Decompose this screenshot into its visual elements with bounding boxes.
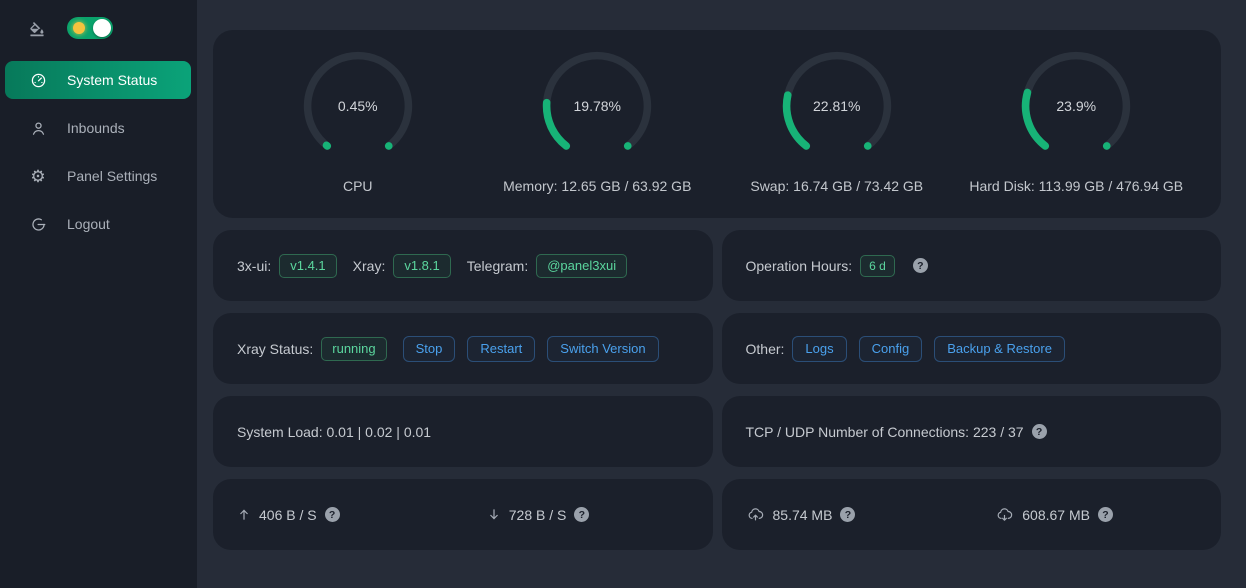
gear-icon: ⚙ xyxy=(29,168,47,185)
system-load-card: System Load: 0.01 | 0.02 | 0.01 xyxy=(213,396,713,467)
logout-icon xyxy=(29,216,47,233)
operation-hours-card: Operation Hours: 6 d ? xyxy=(722,230,1222,301)
swap-gauge: 22.81% Swap: 16.74 GB / 73.42 GB xyxy=(717,46,957,194)
system-load-text: System Load: 0.01 | 0.02 | 0.01 xyxy=(237,424,431,440)
connections-card: TCP / UDP Number of Connections: 223 / 3… xyxy=(722,396,1222,467)
question-circle-icon[interactable]: ? xyxy=(913,258,928,273)
backup-restore-button[interactable]: Backup & Restore xyxy=(934,336,1065,362)
cloud-download-icon xyxy=(995,506,1014,523)
cpu-gauge: 0.45% CPU xyxy=(238,46,478,194)
memory-gauge: 19.78% Memory: 12.65 GB / 63.92 GB xyxy=(478,46,718,194)
switch-version-button[interactable]: Switch Version xyxy=(547,336,658,362)
cloud-upload-icon xyxy=(746,506,765,523)
cpu-percent: 0.45% xyxy=(298,46,418,166)
sidebar-item-inbounds[interactable]: Inbounds xyxy=(5,109,191,147)
other-actions-card: Other: Logs Config Backup & Restore xyxy=(722,313,1222,384)
xray-status-tag: running xyxy=(321,337,386,361)
xray-status-label: Xray Status: xyxy=(237,341,313,357)
user-icon xyxy=(29,120,47,137)
sidebar-item-panel-settings[interactable]: ⚙ Panel Settings xyxy=(5,157,191,195)
arrow-up-icon xyxy=(237,507,251,522)
xui-version-tag: v1.4.1 xyxy=(279,254,336,278)
memory-percent: 19.78% xyxy=(537,46,657,166)
xray-status-card: Xray Status: running Stop Restart Switch… xyxy=(213,313,713,384)
swap-label: Swap: 16.74 GB / 73.42 GB xyxy=(750,178,923,194)
sidebar-item-system-status[interactable]: System Status xyxy=(5,61,191,99)
telegram-handle-tag[interactable]: @panel3xui xyxy=(536,254,627,278)
sidebar: System Status Inbounds ⚙ Panel Settings xyxy=(0,0,197,588)
sidebar-item-logout[interactable]: Logout xyxy=(5,205,191,243)
xui-version-label: 3x-ui: xyxy=(237,258,271,274)
operation-hours-value-tag: 6 d xyxy=(860,255,895,277)
disk-gauge: 23.9% Hard Disk: 113.99 GB / 476.94 GB xyxy=(957,46,1197,194)
xray-version-label: Xray: xyxy=(353,258,386,274)
question-circle-icon[interactable]: ? xyxy=(1098,507,1113,522)
network-speed-card: 406 B / S ? 728 B / S ? xyxy=(213,479,713,550)
total-upload: 85.74 MB ? xyxy=(722,506,972,523)
sidebar-item-label: Inbounds xyxy=(67,120,125,136)
question-circle-icon[interactable]: ? xyxy=(1032,424,1047,439)
theme-row xyxy=(0,0,197,39)
download-speed: 728 B / S ? xyxy=(463,507,713,523)
question-circle-icon[interactable]: ? xyxy=(325,507,340,522)
operation-hours-label: Operation Hours: xyxy=(746,258,853,274)
dark-mode-toggle[interactable] xyxy=(67,17,113,39)
sun-icon xyxy=(73,22,85,34)
system-status-page: 0.45% CPU 19.78% Memory: 12.65 GB / 63.9… xyxy=(197,0,1246,588)
logs-button[interactable]: Logs xyxy=(792,336,846,362)
config-button[interactable]: Config xyxy=(859,336,923,362)
disk-percent: 23.9% xyxy=(1016,46,1136,166)
total-traffic-card: 85.74 MB ? 608.67 MB ? xyxy=(722,479,1222,550)
toggle-knob xyxy=(93,19,111,37)
xray-version-tag: v1.8.1 xyxy=(393,254,450,278)
connections-text: TCP / UDP Number of Connections: 223 / 3… xyxy=(746,424,1024,440)
disk-label: Hard Disk: 113.99 GB / 476.94 GB xyxy=(969,178,1183,194)
download-speed-value: 728 B / S xyxy=(509,507,567,523)
total-upload-value: 85.74 MB xyxy=(773,507,833,523)
question-circle-icon[interactable]: ? xyxy=(574,507,589,522)
sidebar-item-label: Logout xyxy=(67,216,110,232)
resource-gauges-card: 0.45% CPU 19.78% Memory: 12.65 GB / 63.9… xyxy=(213,30,1221,218)
theme-paint-icon xyxy=(28,19,46,37)
sidebar-item-label: System Status xyxy=(67,72,157,88)
dashboard-icon xyxy=(29,72,47,89)
versions-card: 3x-ui: v1.4.1 Xray: v1.8.1 Telegram: @pa… xyxy=(213,230,713,301)
cpu-label: CPU xyxy=(343,178,373,194)
upload-speed-value: 406 B / S xyxy=(259,507,317,523)
sidebar-item-label: Panel Settings xyxy=(67,168,157,184)
total-download: 608.67 MB ? xyxy=(971,506,1221,523)
stop-button[interactable]: Stop xyxy=(403,336,456,362)
upload-speed: 406 B / S ? xyxy=(213,507,463,523)
swap-percent: 22.81% xyxy=(777,46,897,166)
question-circle-icon[interactable]: ? xyxy=(840,507,855,522)
arrow-down-icon xyxy=(487,507,501,522)
other-label: Other: xyxy=(746,341,785,357)
memory-label: Memory: 12.65 GB / 63.92 GB xyxy=(503,178,691,194)
sidebar-menu: System Status Inbounds ⚙ Panel Settings xyxy=(0,61,197,243)
total-download-value: 608.67 MB xyxy=(1022,507,1090,523)
telegram-label: Telegram: xyxy=(467,258,528,274)
restart-button[interactable]: Restart xyxy=(467,336,535,362)
